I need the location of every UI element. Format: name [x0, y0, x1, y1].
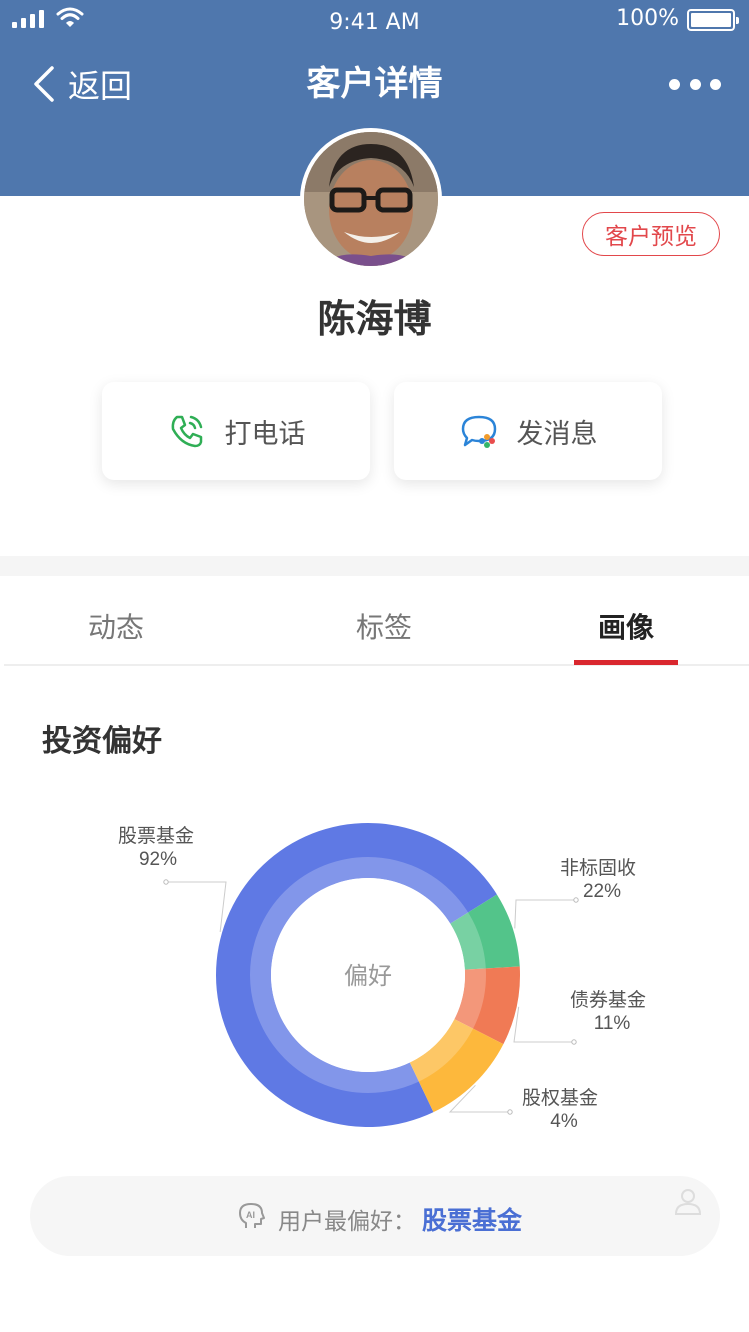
- chart-slice-name: 股票基金: [118, 825, 194, 847]
- summary-value[interactable]: 股票基金: [422, 1201, 522, 1237]
- message-button[interactable]: 发消息: [394, 382, 662, 480]
- call-button[interactable]: 打电话: [102, 382, 370, 480]
- chart-slice-value: 22%: [583, 881, 621, 902]
- active-tab-indicator: [574, 660, 678, 665]
- tab-tags[interactable]: 标签: [356, 606, 412, 646]
- chart-leader-dot: [163, 879, 169, 885]
- chart-leader-dot: [507, 1109, 513, 1115]
- more-dot-icon: [669, 78, 680, 90]
- tab-portrait[interactable]: 画像: [598, 606, 654, 646]
- avatar-photo: [304, 132, 438, 266]
- customer-name: 陈海博: [317, 297, 432, 341]
- chart-leader-line: [514, 899, 576, 929]
- battery-icon: [687, 9, 739, 31]
- chart-slice-name: 债券基金: [570, 989, 646, 1011]
- chat-bubble-icon: [461, 415, 496, 448]
- preference-summary: AI 用户最偏好： 股票基金: [30, 1176, 720, 1256]
- chart-leader-dot: [573, 897, 579, 903]
- summary-label: 用户最偏好：: [278, 1209, 416, 1235]
- call-label: 打电话: [224, 418, 306, 450]
- section-title: 投资偏好: [42, 724, 162, 759]
- page-title: 客户详情: [306, 64, 443, 104]
- chart-slice-name: 非标固收: [560, 857, 636, 879]
- chart-center-label: 偏好: [344, 963, 392, 990]
- more-button[interactable]: [669, 72, 721, 96]
- svg-text:AI: AI: [246, 1210, 255, 1220]
- customer-preview-button[interactable]: 客户预览: [582, 212, 720, 256]
- phone-icon: [171, 415, 202, 448]
- user-icon: [674, 1189, 702, 1215]
- more-dot-icon: [710, 78, 721, 90]
- chart-leader-dot: [571, 1039, 577, 1045]
- tab-bar: 动态 标签 画像: [4, 588, 749, 666]
- status-bar: 9:41 AM 100%: [0, 0, 749, 44]
- section-divider: [0, 556, 749, 576]
- more-dot-icon: [689, 78, 701, 90]
- chart-slice-value: 92%: [139, 849, 177, 870]
- tab-activity[interactable]: 动态: [88, 606, 144, 646]
- investment-preference-chart: 偏好 股票基金92% 非标固收22% 债券基金11% 股权基金4%: [118, 823, 646, 1132]
- chart-leader-line: [166, 881, 227, 932]
- chart-leader-line: [513, 1006, 574, 1043]
- message-label: 发消息: [516, 418, 598, 450]
- chart-slice-value: 4%: [550, 1111, 578, 1132]
- chart-slice-name: 股权基金: [522, 1087, 598, 1109]
- ai-head-icon: AI: [239, 1203, 265, 1228]
- battery-percent: 100%: [616, 6, 679, 31]
- avatar[interactable]: [300, 128, 442, 270]
- chart-slice-value: 11%: [594, 1013, 631, 1034]
